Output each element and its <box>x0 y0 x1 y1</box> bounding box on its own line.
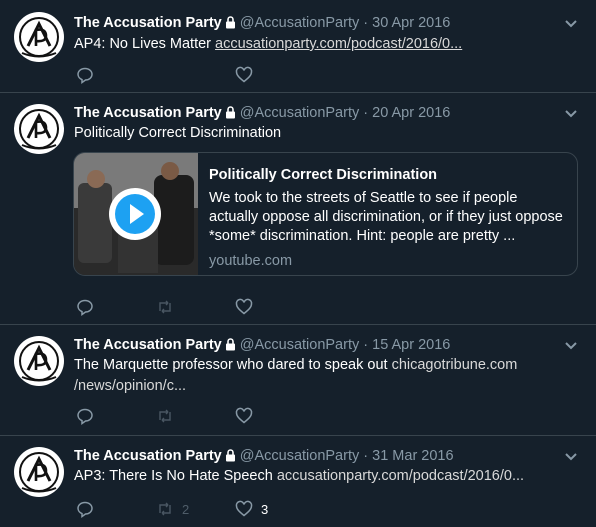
card-domain: youtube.com <box>209 253 293 269</box>
chevron-down-icon[interactable] <box>564 341 578 351</box>
tweet[interactable]: The Accusation Party @AccusationParty · 1… <box>0 325 596 436</box>
like-icon <box>235 500 253 517</box>
display-name[interactable]: The Accusation Party <box>74 448 222 464</box>
retweet-button[interactable] <box>156 407 174 425</box>
reply-button[interactable] <box>76 66 94 84</box>
retweet-count: 2 <box>182 501 190 517</box>
reply-button[interactable] <box>76 500 94 518</box>
avatar[interactable] <box>14 104 64 154</box>
reply-icon <box>77 408 93 425</box>
card-description: We took to the streets of Seattle to see… <box>209 190 563 244</box>
reply-button[interactable] <box>76 298 94 316</box>
like-icon <box>235 407 253 424</box>
display-name[interactable]: The Accusation Party <box>74 15 222 31</box>
separator: · <box>363 448 369 464</box>
lock-icon <box>225 449 235 462</box>
card-text: Politically Correct Discrimination We to… <box>209 165 567 269</box>
tweet-actions: 2 3 <box>74 500 576 520</box>
avatar[interactable] <box>14 12 64 62</box>
play-icon[interactable] <box>107 186 163 242</box>
handle[interactable]: @AccusationParty <box>240 105 360 121</box>
tweet-link[interactable]: accusationparty.com/podcast/2016/0... <box>215 36 462 52</box>
link-preview-card[interactable]: Politically Correct Discrimination We to… <box>73 152 578 276</box>
tweet-text: Politically Correct Discrimination <box>74 125 282 141</box>
tweet[interactable]: The Accusation Party @AccusationParty · 3… <box>0 0 596 93</box>
tweet-actions <box>74 407 576 427</box>
like-count: 3 <box>261 501 269 517</box>
like-button[interactable] <box>235 66 253 84</box>
chevron-down-icon[interactable] <box>564 109 578 119</box>
tweet[interactable]: The Accusation Party @AccusationParty · 2… <box>0 93 596 325</box>
separator: · <box>363 337 369 353</box>
tweet-text: The Marquette professor who dared to spe… <box>74 357 518 394</box>
tweet-feed: The Accusation Party @AccusationParty · 3… <box>0 0 596 527</box>
reply-button[interactable] <box>76 407 94 425</box>
tweet-actions <box>74 298 576 318</box>
reply-icon <box>77 67 93 84</box>
reply-icon <box>77 501 93 518</box>
lock-icon <box>225 106 235 119</box>
retweet-button[interactable] <box>156 298 174 316</box>
retweet-button[interactable]: 2 <box>156 500 189 518</box>
handle[interactable]: @AccusationParty <box>240 15 360 31</box>
tweet[interactable]: The Accusation Party @AccusationParty · 3… <box>0 436 596 527</box>
display-name[interactable]: The Accusation Party <box>74 105 222 121</box>
timestamp[interactable]: 15 Apr 2016 <box>372 337 450 353</box>
card-title: Politically Correct Discrimination <box>209 167 438 183</box>
tweet-header: The Accusation Party @AccusationParty · 3… <box>74 447 556 465</box>
reply-icon <box>77 299 93 316</box>
retweet-icon <box>159 502 171 516</box>
timestamp[interactable]: 31 Mar 2016 <box>372 448 453 464</box>
tweet-actions <box>74 66 576 86</box>
like-button[interactable] <box>235 407 253 425</box>
tweet-header: The Accusation Party @AccusationParty · 3… <box>74 14 556 32</box>
chevron-down-icon[interactable] <box>564 452 578 462</box>
like-icon <box>235 66 253 83</box>
tweet-header: The Accusation Party @AccusationParty · 2… <box>74 104 556 122</box>
timestamp[interactable]: 20 Apr 2016 <box>372 105 450 121</box>
timestamp[interactable]: 30 Apr 2016 <box>372 15 450 31</box>
retweet-icon <box>159 300 171 314</box>
lock-icon <box>225 16 235 29</box>
separator: · <box>363 105 369 121</box>
tweet-link[interactable]: accusationparty.com/podcast/2016/0... <box>277 468 524 484</box>
separator: · <box>363 15 369 31</box>
retweet-icon <box>159 409 171 423</box>
display-name[interactable]: The Accusation Party <box>74 337 222 353</box>
chevron-down-icon[interactable] <box>564 19 578 29</box>
handle[interactable]: @AccusationParty <box>240 448 360 464</box>
lock-icon <box>225 338 235 351</box>
avatar[interactable] <box>14 447 64 497</box>
like-icon <box>235 298 253 315</box>
tweet-text: AP4: No Lives Matter accusationparty.com… <box>74 36 463 52</box>
tweet-link[interactable]: chicagotribune.com <box>392 357 518 373</box>
tweet-header: The Accusation Party @AccusationParty · 1… <box>74 336 556 354</box>
video-thumbnail[interactable] <box>74 153 198 275</box>
like-button[interactable]: 3 <box>235 500 268 518</box>
like-button[interactable] <box>235 298 253 316</box>
tweet-link-continued[interactable]: /news/opinion/c... <box>74 378 186 394</box>
handle[interactable]: @AccusationParty <box>240 337 360 353</box>
avatar[interactable] <box>14 336 64 386</box>
tweet-text: AP3: There Is No Hate Speech accusationp… <box>74 468 525 484</box>
